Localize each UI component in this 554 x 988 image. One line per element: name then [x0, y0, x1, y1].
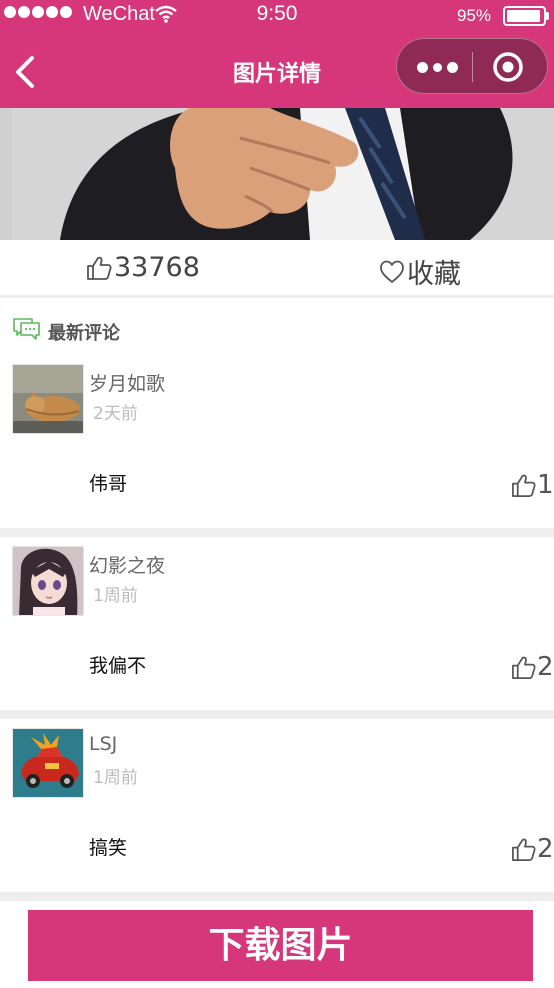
comment-like-button[interactable]: 2: [511, 654, 554, 680]
download-button[interactable]: 下载图片: [28, 910, 533, 981]
status-bar: WeChat 9:50 95%: [0, 0, 554, 32]
stats-row: 33768 收藏: [0, 240, 554, 298]
avatar[interactable]: [12, 728, 84, 798]
thumbs-up-icon: [87, 256, 112, 280]
comment-username: 岁月如歌: [89, 373, 166, 395]
comment-item: LSJ 1周前 搞笑 2: [0, 719, 554, 901]
comment-time: 2天前: [93, 404, 138, 424]
comment-username: 幻影之夜: [89, 555, 166, 577]
comment-like-count: 2: [537, 834, 554, 864]
battery-percent: 95%: [457, 6, 492, 25]
thumbs-up-icon: [512, 474, 536, 497]
section-title: 最新评论: [48, 323, 120, 344]
comment-item: 幻影之夜 1周前 我偏不 2: [0, 537, 554, 719]
comment-list: 岁月如歌 2天前 伟哥 1 幻影之夜 1周前 我偏不 2 LSJ 1周前 搞笑 …: [0, 355, 554, 901]
comments-header: 最新评论: [13, 313, 120, 345]
comment-icon: [13, 318, 40, 340]
more-button[interactable]: [407, 39, 467, 95]
avatar[interactable]: [12, 364, 84, 434]
heart-icon: [380, 260, 404, 283]
comment-text: 我偏不: [89, 655, 147, 677]
comment-text: 搞笑: [89, 837, 128, 859]
comment-item: 岁月如歌 2天前 伟哥 1: [0, 355, 554, 537]
comment-like-button[interactable]: 2: [511, 836, 554, 862]
thumbs-up-icon: [512, 838, 536, 861]
avatar-image: [13, 365, 83, 433]
favorite-label: 收藏: [407, 259, 461, 290]
detail-image-art: [0, 108, 554, 240]
thumbs-up-icon: [512, 656, 536, 679]
battery-cap: [546, 12, 549, 20]
battery-icon: [503, 6, 546, 26]
top-bar: WeChat 9:50 95% 图片详情: [0, 0, 554, 108]
avatar-image: [13, 729, 83, 797]
like-count: 33768: [114, 252, 200, 283]
comment-time: 1周前: [93, 586, 138, 606]
comment-username: LSJ: [89, 733, 118, 755]
like-button[interactable]: 33768: [86, 252, 200, 283]
comment-like-button[interactable]: 1: [511, 472, 554, 498]
mini-program-capsule: [396, 38, 548, 94]
close-target-icon[interactable]: [492, 51, 524, 83]
comment-like-count: 1: [537, 470, 554, 500]
capsule-divider: [472, 52, 473, 82]
avatar-image: [13, 547, 83, 615]
avatar[interactable]: [12, 546, 84, 616]
comment-text: 伟哥: [89, 473, 128, 495]
comment-like-count: 2: [537, 652, 554, 682]
detail-image[interactable]: [0, 108, 554, 240]
comment-time: 1周前: [93, 768, 138, 788]
favorite-button[interactable]: 收藏: [379, 252, 461, 291]
